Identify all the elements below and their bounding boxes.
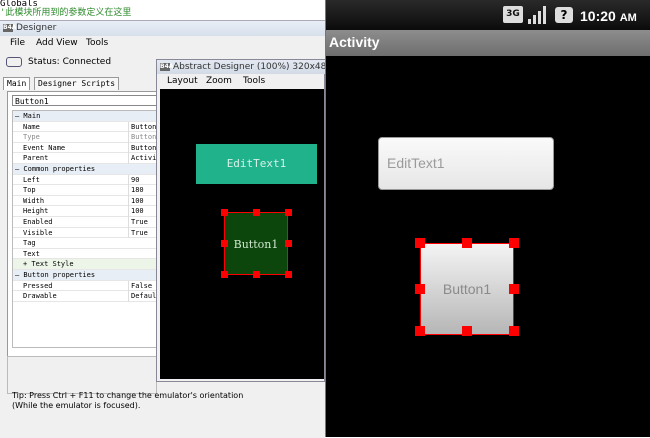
property-name: Name [23,122,40,131]
property-name: + Text Style [23,260,74,269]
emulator-button1[interactable]: Button1 [420,243,514,335]
designer-title: Designer [16,23,57,33]
question-icon: ? [555,7,573,23]
resize-handle[interactable] [509,238,519,248]
resize-handle[interactable] [509,326,519,336]
resize-handle[interactable] [285,271,292,278]
activity-title-bar: Activity [326,30,650,56]
emulator-edittext1[interactable]: EditText1 [378,137,554,190]
property-name: Enabled [23,217,53,226]
property-category[interactable]: – Button properties [13,269,159,281]
network-3g-icon: 3G [503,6,523,23]
property-name: Parent [23,154,49,163]
resize-handle[interactable] [462,238,472,248]
property-row[interactable]: Top 180 [13,185,159,196]
resize-handle[interactable] [253,271,260,278]
android-status-bar: 3G ? 10:20 AM [326,0,650,30]
property-name: Left [23,175,40,184]
property-row[interactable]: Tag [13,238,159,249]
property-name: Top [23,186,36,195]
property-row[interactable]: + Text Style [13,259,159,270]
b4a-app-icon: B4A [3,24,17,32]
property-name: Width [23,196,45,205]
properties-panel: Button1 – Main Name Button1 Type Button Event… [7,91,160,359]
property-name: Drawable [23,292,57,301]
status-text: Status: Connected [28,57,112,67]
property-name: Height [23,207,49,216]
designer-menubar: File Add View Tools [0,36,325,50]
property-row[interactable]: Height 100 [13,206,159,217]
tab-main[interactable]: Main [3,77,31,90]
menu-tools[interactable]: Tools [86,38,108,48]
emulator-screen[interactable]: EditText1 Button1 [326,56,650,437]
property-description-box [7,356,157,394]
tip-text-secondary: (While the emulator is focused). [12,401,141,410]
property-row[interactable]: Pressed False [13,280,159,292]
resize-handle[interactable] [415,326,425,336]
canvas-button1[interactable]: Button1 [224,212,288,275]
abstract-designer-menubar: Layout Zoom Tools [157,74,325,88]
property-row[interactable]: Event Name Button1 [13,142,159,154]
tip-text: Tip: Press Ctrl + F11 to change the emul… [12,391,244,400]
abstract-designer-title-bar[interactable]: B4A Abstract Designer (100%) 320x480,sca… [157,60,371,74]
resize-handle[interactable] [415,238,425,248]
menu-add-view[interactable]: Add View [36,38,78,48]
resize-handle[interactable] [221,240,228,247]
property-row[interactable]: Left 90 [13,174,159,186]
property-row[interactable]: Name Button1 [13,121,159,133]
resize-handle[interactable] [285,209,292,216]
property-row[interactable]: Type Button [13,132,159,143]
property-row[interactable]: ParentActivity [13,153,159,164]
property-row[interactable]: Drawable Default [13,291,159,302]
menu-file[interactable]: File [10,38,25,48]
abstract-canvas[interactable]: EditText1 Button1 [160,89,324,379]
resize-handle[interactable] [221,271,228,278]
abstract-designer-window: B4A Abstract Designer (100%) 320x480,sca… [156,59,371,382]
menu-zoom[interactable]: Zoom [206,76,232,86]
property-category[interactable]: – Main [13,111,159,122]
resize-handle[interactable] [253,209,260,216]
property-name: – Common properties [15,164,96,173]
designer-title-bar[interactable]: B4A Designer [0,21,325,36]
resize-handle[interactable] [415,284,425,294]
property-name: Text [23,249,40,258]
resize-handle[interactable] [285,240,292,247]
status-clock: 10:20 AM [580,8,637,24]
menu-layout[interactable]: Layout [167,76,198,86]
activity-title: Activity [329,34,380,50]
resize-handle[interactable] [221,209,228,216]
property-name: Tag [23,239,36,248]
connection-icon [6,57,22,67]
component-selector[interactable]: Button1 [12,95,158,106]
property-name: Event Name [23,143,66,152]
property-grid[interactable]: – Main Name Button1 Type Button Event Name But… [12,110,160,348]
resize-handle[interactable] [462,326,472,336]
property-name: – Main [15,112,41,120]
canvas-edittext1[interactable]: EditText1 [196,144,317,184]
property-row[interactable]: Text [13,249,159,260]
property-row[interactable]: Enabled True [13,216,159,228]
clock-ampm: AM [619,12,637,24]
clock-time: 10:20 [580,8,616,24]
resize-handle[interactable] [509,284,519,294]
menu-tools[interactable]: Tools [243,76,265,86]
property-name: Pressed [23,281,53,290]
code-line-comment: '此模块所用到的参数定义在这里 [0,8,132,18]
tab-designer-scripts[interactable]: Designer Scripts [34,77,120,90]
property-name: – Button properties [15,270,96,279]
property-name: Type [23,133,40,142]
property-row[interactable]: Visible True [13,227,159,239]
b4a-app-icon: B4A [160,63,174,71]
signal-bars-icon [528,6,546,24]
property-row[interactable]: Width 100 [13,195,159,207]
code-editor-strip: Globals '此模块所用到的参数定义在这里 [0,0,325,20]
property-name: Visible [23,228,53,237]
property-category[interactable]: – Common properties [13,163,159,175]
android-emulator: 3G ? 10:20 AM Activity EditText1 Button1 [325,0,650,437]
